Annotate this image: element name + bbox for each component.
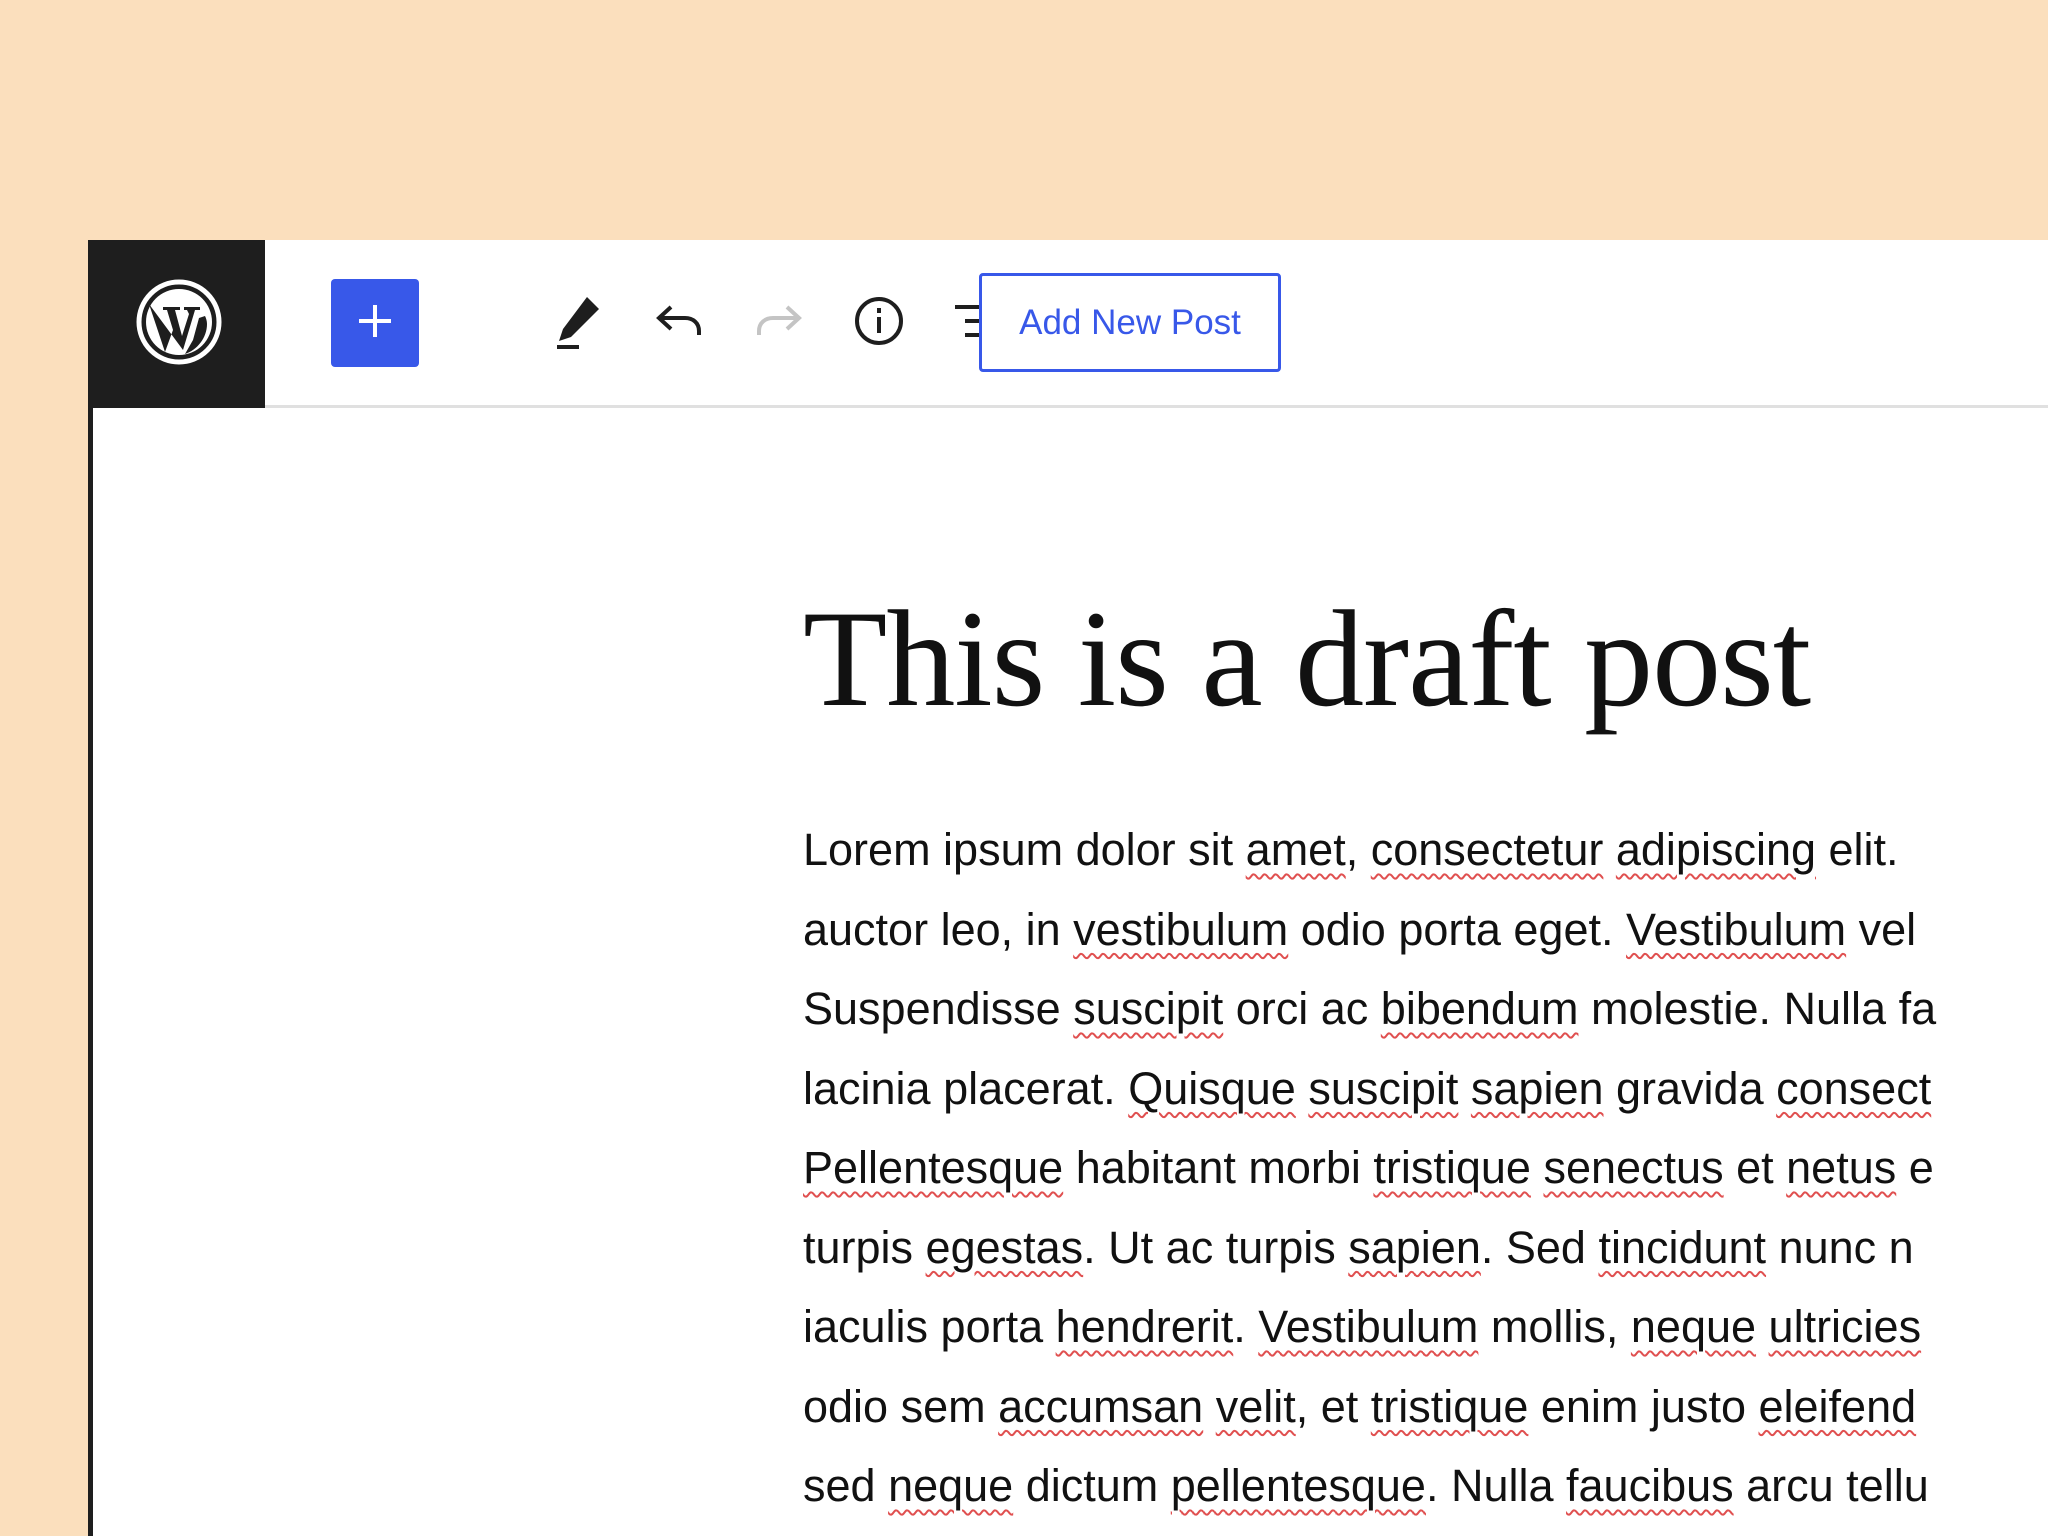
text-segment: . Sed — [1480, 1221, 1599, 1273]
wordpress-logo-icon — [135, 278, 223, 371]
misspelled-word: hendrerit — [1055, 1301, 1234, 1352]
tools-button[interactable] — [539, 283, 619, 363]
info-icon — [851, 293, 907, 354]
text-segment: orci ac — [1223, 983, 1381, 1034]
paragraph-line: sed neque dictum pellentesque. Nulla fau… — [803, 1446, 2048, 1526]
undo-icon — [651, 293, 707, 354]
text-segment: iaculis porta — [803, 1301, 1056, 1352]
text-segment: habitant morbi — [1063, 1142, 1374, 1193]
misspelled-word: faucibus — [1566, 1460, 1734, 1511]
text-segment: . Nulla — [1425, 1460, 1567, 1511]
misspelled-word: egestas — [925, 1221, 1084, 1273]
text-segment: et — [1723, 1142, 1787, 1193]
text-segment: auctor leo, in — [803, 903, 1074, 955]
post-content: This is a draft post Lorem ipsum dolor s… — [803, 590, 2048, 1526]
misspelled-word: suscipit — [1073, 983, 1224, 1034]
misspelled-word: Vestibulum — [1258, 1301, 1479, 1352]
misspelled-word: consect — [1776, 1062, 1932, 1114]
misspelled-word: senectus — [1543, 1142, 1724, 1193]
plus-icon — [355, 301, 395, 346]
misspelled-word: Pellentesque — [803, 1142, 1064, 1193]
text-segment: arcu tellu — [1733, 1460, 1929, 1511]
misspelled-word: sapien — [1348, 1221, 1481, 1273]
text-segment: , — [1345, 824, 1371, 875]
redo-icon — [751, 293, 807, 354]
undo-button[interactable] — [639, 283, 719, 363]
text-segment: turpis — [803, 1221, 926, 1273]
paragraph-line: lacinia placerat. Quisque suscipit sapie… — [803, 1049, 2048, 1129]
text-segment — [1756, 1301, 1769, 1352]
text-segment: vel — [1846, 903, 1917, 955]
paragraph-line: iaculis porta hendrerit. Vestibulum moll… — [803, 1287, 2048, 1367]
misspelled-word: Quisque — [1128, 1062, 1296, 1114]
misspelled-word: eleifend — [1758, 1380, 1917, 1432]
details-button[interactable] — [839, 283, 919, 363]
paragraph-line: Lorem ipsum dolor sit amet, consectetur … — [803, 810, 2048, 890]
text-segment: odio sem — [803, 1380, 999, 1432]
text-segment: . Ut ac turpis — [1083, 1221, 1349, 1273]
add-new-post-button[interactable]: Add New Post — [979, 273, 1281, 372]
paragraph-line: turpis egestas. Ut ac turpis sapien. Sed… — [803, 1208, 2048, 1288]
editor-window: Add New Post This is a draft post Lorem … — [88, 240, 2048, 1536]
misspelled-word: tincidunt — [1598, 1221, 1767, 1273]
text-segment — [1296, 1063, 1309, 1114]
text-segment — [1458, 1063, 1471, 1114]
paragraph-line: auctor leo, in vestibulum odio porta ege… — [803, 890, 2048, 970]
post-paragraph[interactable]: Lorem ipsum dolor sit amet, consectetur … — [803, 810, 2048, 1526]
text-segment: . — [1233, 1301, 1259, 1352]
text-segment: dictum — [1013, 1460, 1171, 1511]
misspelled-word: tristique — [1373, 1142, 1531, 1193]
text-segment: Lorem ipsum dolor sit — [803, 824, 1246, 875]
misspelled-word: bibendum — [1380, 983, 1579, 1034]
text-segment — [1603, 824, 1616, 875]
text-segment: Suspendisse — [803, 983, 1074, 1034]
add-block-button[interactable] — [331, 279, 419, 367]
misspelled-word: consectetur — [1370, 824, 1604, 875]
redo-button[interactable] — [739, 283, 819, 363]
pencil-icon — [549, 291, 609, 356]
misspelled-word: tristique — [1370, 1380, 1529, 1432]
text-segment: nunc n — [1766, 1221, 1914, 1273]
misspelled-word: Vestibulum — [1626, 903, 1847, 955]
text-segment — [1531, 1142, 1544, 1193]
editor-toolbar: Add New Post — [93, 240, 2048, 408]
text-segment: odio porta eget. — [1288, 903, 1626, 955]
text-segment: enim justo — [1528, 1380, 1759, 1432]
misspelled-word: pellentesque — [1170, 1460, 1426, 1511]
text-segment: e — [1896, 1142, 1934, 1193]
text-segment: gravida — [1603, 1062, 1777, 1114]
text-segment: molestie. Nulla fa — [1578, 983, 1937, 1034]
text-segment: , et — [1295, 1380, 1371, 1432]
text-segment: mollis, — [1478, 1301, 1631, 1352]
site-logo-button[interactable] — [93, 240, 265, 408]
misspelled-word: sapien — [1470, 1062, 1604, 1114]
paragraph-line: Pellentesque habitant morbi tristique se… — [803, 1128, 2048, 1208]
text-segment: elit. — [1816, 824, 1899, 875]
misspelled-word: neque — [1630, 1301, 1757, 1352]
misspelled-word: vestibulum — [1073, 903, 1289, 955]
paragraph-line: Suspendisse suscipit orci ac bibendum mo… — [803, 969, 2048, 1049]
paragraph-line: odio sem accumsan velit, et tristique en… — [803, 1367, 2048, 1447]
post-title[interactable]: This is a draft post — [803, 590, 2048, 728]
misspelled-word: accumsan — [998, 1380, 1204, 1432]
misspelled-word: amet — [1245, 824, 1346, 875]
misspelled-word: neque — [888, 1460, 1014, 1511]
misspelled-word: adipiscing — [1615, 824, 1817, 875]
text-segment: sed — [803, 1460, 889, 1511]
misspelled-word: netus — [1786, 1142, 1897, 1193]
text-segment — [1203, 1381, 1216, 1432]
misspelled-word: ultricies — [1768, 1301, 1922, 1352]
text-segment: lacinia placerat. — [803, 1062, 1129, 1114]
misspelled-word: suscipit — [1308, 1062, 1459, 1114]
misspelled-word: velit — [1215, 1380, 1296, 1432]
